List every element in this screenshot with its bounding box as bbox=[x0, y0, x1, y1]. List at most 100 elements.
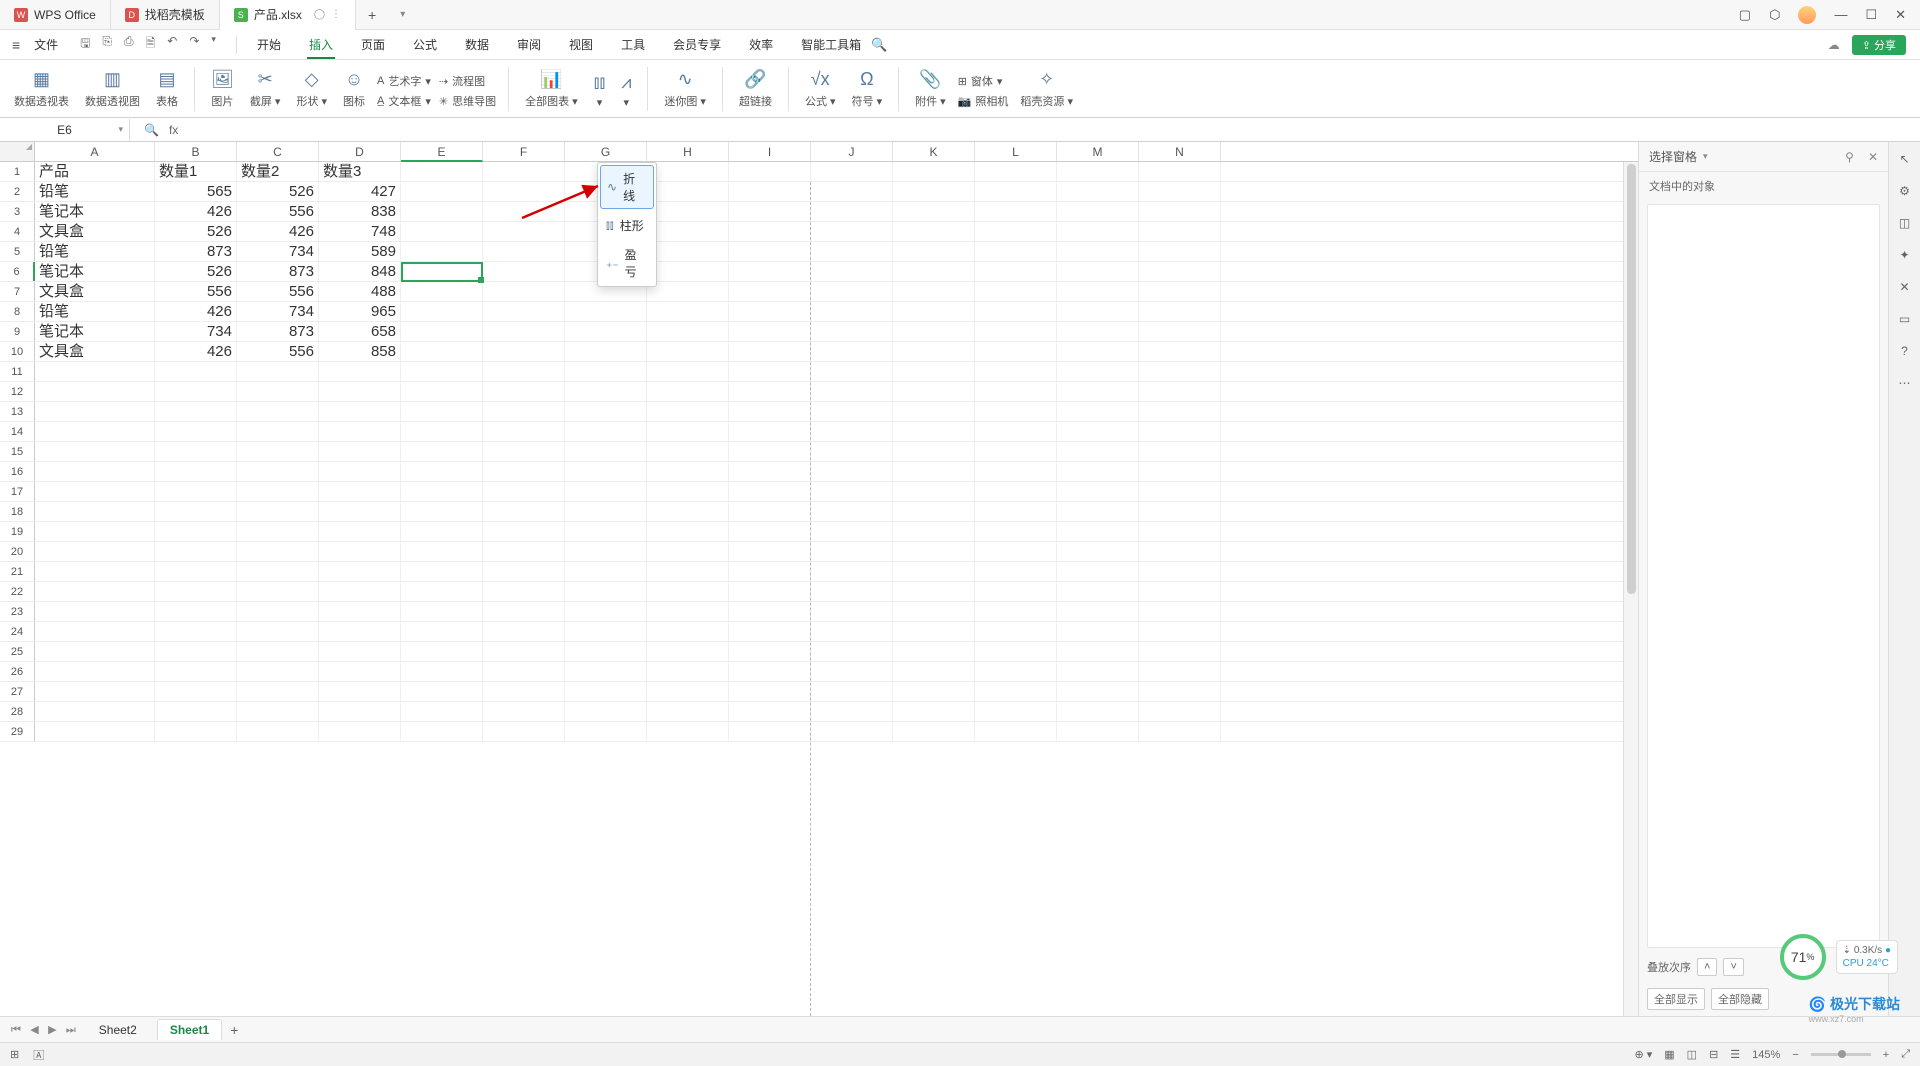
cell[interactable] bbox=[1139, 182, 1221, 201]
cell[interactable] bbox=[647, 502, 729, 521]
cell[interactable] bbox=[1057, 342, 1139, 361]
tab-daoketemplate[interactable]: D 找稻壳模板 bbox=[111, 0, 220, 30]
row-header[interactable]: 4 bbox=[0, 222, 35, 241]
row-header[interactable]: 24 bbox=[0, 622, 35, 641]
cell[interactable] bbox=[237, 602, 319, 621]
cell[interactable] bbox=[729, 602, 811, 621]
cell[interactable] bbox=[975, 582, 1057, 601]
cell[interactable] bbox=[483, 702, 565, 721]
chevron-down-icon[interactable]: ▾ bbox=[118, 124, 123, 135]
cell[interactable] bbox=[1057, 202, 1139, 221]
cell[interactable] bbox=[811, 542, 893, 561]
ribbon-chart-type-2[interactable]: ⩘▾ bbox=[617, 71, 635, 109]
cell[interactable] bbox=[975, 542, 1057, 561]
cell[interactable] bbox=[975, 682, 1057, 701]
cell[interactable] bbox=[1139, 702, 1221, 721]
cell[interactable] bbox=[1139, 422, 1221, 441]
tab-pin-icon[interactable]: ◯ bbox=[314, 9, 325, 20]
zoom-slider[interactable] bbox=[1811, 1053, 1871, 1056]
cell[interactable] bbox=[35, 602, 155, 621]
cell[interactable] bbox=[483, 462, 565, 481]
ribbon-tab-member[interactable]: 会员专享 bbox=[671, 32, 723, 58]
cell[interactable] bbox=[1057, 462, 1139, 481]
cell[interactable] bbox=[811, 522, 893, 541]
col-I[interactable]: I bbox=[729, 142, 811, 161]
cell[interactable] bbox=[401, 422, 483, 441]
cell[interactable] bbox=[401, 682, 483, 701]
cell[interactable] bbox=[811, 442, 893, 461]
cell[interactable] bbox=[565, 482, 647, 501]
cell[interactable]: 658 bbox=[319, 322, 401, 341]
row-header[interactable]: 22 bbox=[0, 582, 35, 601]
cell[interactable] bbox=[1139, 482, 1221, 501]
cell[interactable] bbox=[35, 382, 155, 401]
ribbon-tab-page[interactable]: 页面 bbox=[359, 32, 387, 58]
row-header[interactable]: 5 bbox=[0, 242, 35, 261]
fullscreen-icon[interactable]: ⤢ bbox=[1901, 1048, 1910, 1061]
row-header[interactable]: 2 bbox=[0, 182, 35, 201]
cell[interactable] bbox=[729, 382, 811, 401]
cell[interactable] bbox=[1057, 422, 1139, 441]
cell[interactable] bbox=[647, 202, 729, 221]
cell[interactable] bbox=[647, 662, 729, 681]
cell[interactable] bbox=[729, 262, 811, 281]
cell[interactable] bbox=[893, 642, 975, 661]
cell[interactable] bbox=[483, 522, 565, 541]
cell[interactable] bbox=[565, 602, 647, 621]
row-header[interactable]: 15 bbox=[0, 442, 35, 461]
tab-list-icon[interactable]: ⋮ bbox=[331, 9, 341, 20]
ribbon-tab-review[interactable]: 审阅 bbox=[515, 32, 543, 58]
new-tab-button[interactable]: + bbox=[356, 7, 388, 23]
ribbon-pivot-chart[interactable]: ▥数据透视图 bbox=[81, 68, 144, 109]
cell[interactable] bbox=[975, 282, 1057, 301]
qat-more-icon[interactable]: ▾ bbox=[211, 34, 216, 55]
cell[interactable] bbox=[811, 482, 893, 501]
ribbon-flowchart[interactable]: ⇢流程图 bbox=[439, 73, 496, 89]
rail-tools-icon[interactable]: ✕ bbox=[1899, 280, 1909, 294]
cell[interactable] bbox=[483, 622, 565, 641]
cell[interactable] bbox=[319, 362, 401, 381]
cell[interactable] bbox=[975, 422, 1057, 441]
cell[interactable]: 838 bbox=[319, 202, 401, 221]
cell[interactable] bbox=[35, 642, 155, 661]
row-header[interactable]: 17 bbox=[0, 482, 35, 501]
cell[interactable] bbox=[319, 722, 401, 741]
cell[interactable] bbox=[647, 462, 729, 481]
cloud-icon[interactable]: ☁ bbox=[1828, 38, 1840, 52]
cell[interactable] bbox=[155, 502, 237, 521]
ribbon-textbox[interactable]: A̲文本框 ▾ bbox=[377, 93, 431, 109]
cell[interactable] bbox=[729, 442, 811, 461]
rail-settings-icon[interactable]: ⚙ bbox=[1899, 184, 1910, 198]
cell[interactable]: 426 bbox=[155, 302, 237, 321]
cell[interactable] bbox=[401, 662, 483, 681]
col-K[interactable]: K bbox=[893, 142, 975, 161]
cell[interactable]: 556 bbox=[237, 342, 319, 361]
cell[interactable] bbox=[893, 522, 975, 541]
col-E[interactable]: E bbox=[401, 142, 483, 162]
cell[interactable] bbox=[401, 522, 483, 541]
cell[interactable] bbox=[1139, 402, 1221, 421]
cell[interactable] bbox=[729, 682, 811, 701]
ribbon-pivot-table[interactable]: ▦数据透视表 bbox=[10, 68, 73, 109]
cell[interactable] bbox=[401, 542, 483, 561]
sheet-first-icon[interactable]: ⏮ bbox=[8, 1024, 24, 1036]
cell[interactable] bbox=[565, 502, 647, 521]
sheet-prev-icon[interactable]: ◀ bbox=[27, 1024, 41, 1036]
ribbon-tab-view[interactable]: 视图 bbox=[567, 32, 595, 58]
ribbon-shapes[interactable]: ◇形状 ▾ bbox=[292, 68, 331, 109]
cell[interactable] bbox=[483, 342, 565, 361]
cell[interactable] bbox=[319, 582, 401, 601]
cell[interactable] bbox=[1057, 702, 1139, 721]
cell[interactable] bbox=[729, 362, 811, 381]
cell[interactable]: 734 bbox=[237, 242, 319, 261]
cell[interactable] bbox=[1057, 242, 1139, 261]
cell[interactable] bbox=[35, 362, 155, 381]
ribbon-icon[interactable]: ☺图标 bbox=[339, 68, 369, 109]
cell[interactable] bbox=[647, 482, 729, 501]
search-icon[interactable]: 🔍 bbox=[865, 37, 893, 53]
fx-label[interactable]: fx bbox=[169, 123, 178, 137]
cell[interactable] bbox=[35, 442, 155, 461]
cell[interactable] bbox=[155, 662, 237, 681]
cell[interactable] bbox=[975, 362, 1057, 381]
row-header[interactable]: 25 bbox=[0, 642, 35, 661]
